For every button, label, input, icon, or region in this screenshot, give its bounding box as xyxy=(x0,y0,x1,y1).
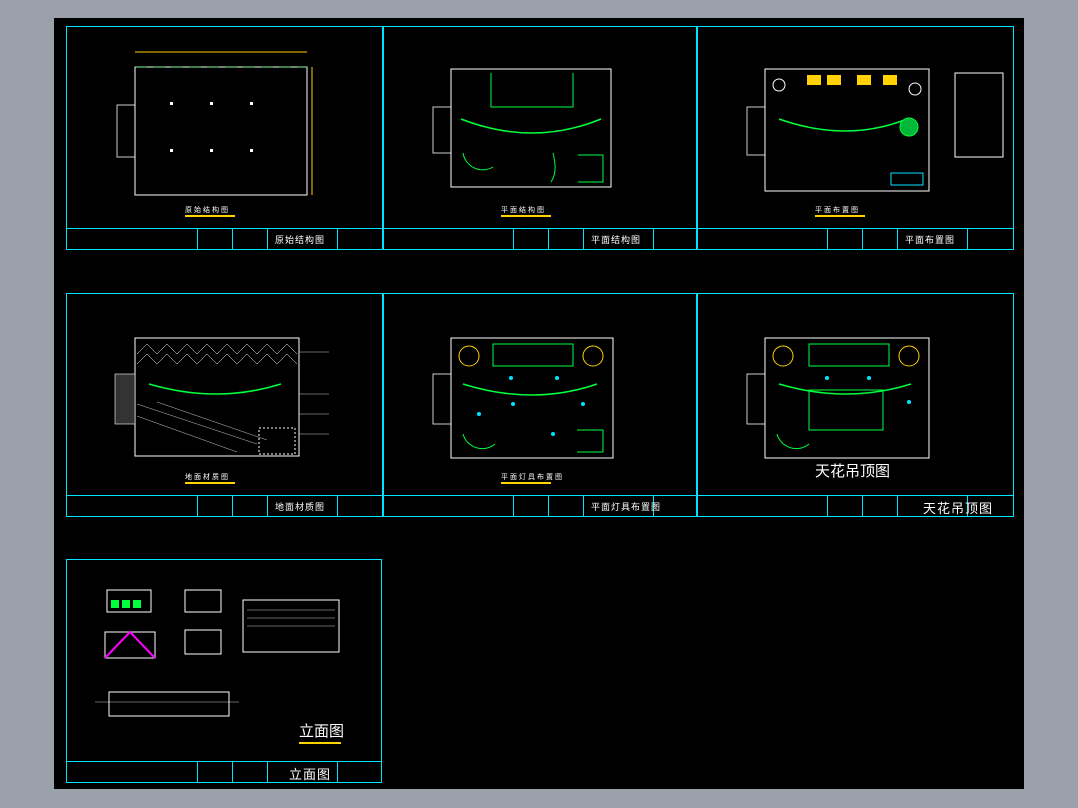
title-underline xyxy=(185,215,235,217)
plan-title: 平面结构图 xyxy=(501,206,546,214)
title-block-label: 平面布置图 xyxy=(905,236,956,246)
sheet-floor-material[interactable]: 地面材质图 地面材质图 xyxy=(66,293,384,517)
sheet-plan-layout[interactable]: 平面布置图 平面布置图 xyxy=(696,26,1014,250)
title-block-label: 地面材质图 xyxy=(275,503,326,513)
sheet-original-structure[interactable]: 原始结构图 原始结构图 xyxy=(66,26,384,250)
elevation-drawings xyxy=(95,589,340,717)
title-underline xyxy=(185,482,235,484)
plan-title: 原始结构图 xyxy=(185,206,230,214)
title-block: 平面布置图 xyxy=(697,228,1013,249)
title-block-label: 天花吊顶图 xyxy=(923,502,994,517)
sheet-ceiling-plan[interactable]: 天花吊顶图 天花吊顶图 xyxy=(696,293,1014,517)
plan-title: 地面材质图 xyxy=(185,473,230,481)
floor-plan-material xyxy=(114,337,329,457)
floor-plan-original xyxy=(116,51,313,196)
title-underline xyxy=(501,482,551,484)
title-block: 平面结构图 xyxy=(383,228,697,249)
plan-title: 平面灯具布置图 xyxy=(501,473,564,481)
floor-plan-ceiling xyxy=(746,337,930,459)
title-block: 立面图 xyxy=(67,761,381,783)
title-block-label: 平面结构图 xyxy=(591,236,642,246)
title-block-label: 原始结构图 xyxy=(275,236,326,246)
floor-plan-layout xyxy=(746,68,1004,192)
title-block: 天花吊顶图 xyxy=(697,495,1013,517)
title-block: 地面材质图 xyxy=(67,495,383,516)
plan-title: 立面图 xyxy=(299,722,345,740)
sheet-lighting-plan[interactable]: 平面灯具布置图 平面灯具布置图 xyxy=(382,293,698,517)
title-block-label: 平面灯具布置图 xyxy=(591,503,662,513)
title-underline xyxy=(815,215,865,217)
drawing-canvas[interactable]: 原始结构图 原始结构图 平面结构图 平面结构图 平面布置图 平面布置图 地面材质… xyxy=(54,18,1024,789)
title-underline xyxy=(299,742,341,744)
title-block-label: 立面图 xyxy=(289,768,332,783)
floor-plan-structure xyxy=(432,68,612,188)
title-block: 原始结构图 xyxy=(67,228,383,249)
sheet-plan-structure[interactable]: 平面结构图 平面结构图 xyxy=(382,26,698,250)
floor-plan-lighting xyxy=(432,337,614,459)
sheet-elevation[interactable]: 立面图 立面图 xyxy=(66,559,382,783)
plan-title: 天花吊顶图 xyxy=(815,462,891,480)
title-underline xyxy=(501,215,551,217)
plan-title: 平面布置图 xyxy=(815,206,860,214)
title-block: 平面灯具布置图 xyxy=(383,495,697,516)
